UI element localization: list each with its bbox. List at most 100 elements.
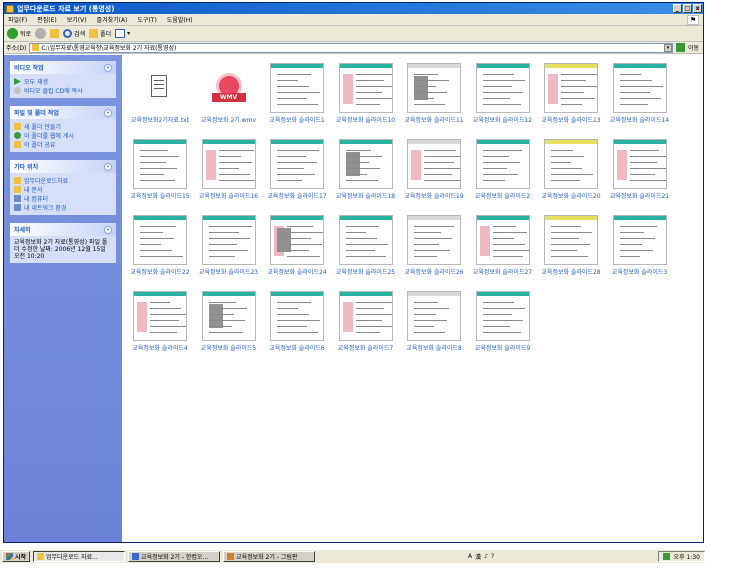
file-item[interactable]: 교육정보화 슬라이드12 bbox=[469, 63, 537, 124]
cd-icon bbox=[14, 87, 21, 94]
taskbar-item-hwp[interactable]: 교육정보화 2기 - 한컴오... bbox=[128, 551, 221, 562]
link-label: 업무다운로드자료 bbox=[24, 178, 69, 185]
file-item[interactable]: 교육정보화 슬라이드14 bbox=[606, 63, 674, 124]
folder-icon bbox=[37, 553, 45, 560]
slide-thumbnail bbox=[612, 63, 667, 113]
file-item[interactable]: 교육정보화 슬라이드8 bbox=[400, 291, 468, 352]
file-item[interactable]: 교육정보화 슬라이드26 bbox=[400, 215, 468, 276]
place-download-folder[interactable]: 업무다운로드자료 bbox=[14, 176, 112, 185]
new-folder-link[interactable]: 새 폴더 만들기 bbox=[14, 122, 112, 131]
file-item[interactable]: 교육정보화 슬라이드27 bbox=[469, 215, 537, 276]
file-item[interactable]: 교육정보화 슬라이드1 bbox=[263, 63, 331, 124]
back-button[interactable]: 뒤로 bbox=[7, 28, 31, 39]
ime-hanja[interactable]: 漢 bbox=[475, 552, 481, 561]
start-button[interactable]: 시작 bbox=[2, 551, 31, 562]
title-bar[interactable]: 업무다운로드 자료 보기 (통영성) _ □ x bbox=[4, 3, 703, 14]
clock[interactable]: 오후 1:30 bbox=[674, 552, 700, 561]
link-label: 모두 재생 bbox=[24, 79, 48, 86]
file-item[interactable]: 교육정보화 슬라이드10 bbox=[332, 63, 400, 124]
file-item[interactable]: 교육정보화 슬라이드17 bbox=[263, 139, 331, 200]
file-item[interactable]: 교육정보화 슬라이드23 bbox=[195, 215, 263, 276]
slide-thumbnail bbox=[270, 215, 324, 265]
file-view: 교육정보화2기자료.txt WMV 교육정보화 2기.wmv 교육정보화 슬라이드1 교… bbox=[122, 55, 703, 542]
menu-tools[interactable]: 도구(T) bbox=[137, 15, 156, 24]
share-icon bbox=[14, 141, 21, 148]
menu-edit[interactable]: 편집(E) bbox=[37, 15, 57, 24]
address-dropdown[interactable]: ▾ bbox=[663, 43, 672, 52]
network-icon bbox=[14, 204, 21, 211]
minimize-button[interactable]: _ bbox=[673, 4, 682, 13]
file-name: 교육정보화 슬라이드16 bbox=[198, 193, 259, 200]
file-item[interactable]: 교육정보화 슬라이드2 bbox=[469, 139, 537, 200]
slide-thumbnail bbox=[270, 63, 324, 113]
file-item[interactable]: 교육정보화 슬라이드3 bbox=[606, 215, 674, 276]
task-pane: 비디오 작업 « 모두 재생 비디오 클립 CD에 복사 파일 및 폴더 작업 … bbox=[4, 55, 122, 542]
place-my-computer[interactable]: 내 컴퓨터 bbox=[14, 194, 112, 203]
collapse-icon[interactable]: « bbox=[104, 63, 112, 72]
folders-label: 폴더 bbox=[100, 31, 112, 38]
file-item[interactable]: 교육정보화 슬라이드7 bbox=[332, 291, 400, 352]
file-item[interactable]: 교육정보화 슬라이드16 bbox=[195, 139, 263, 200]
menu-file[interactable]: 파일(F) bbox=[8, 15, 27, 24]
taskbar-item-explorer[interactable]: 업무다운로드 자료... bbox=[33, 551, 126, 562]
file-item[interactable]: 교육정보화 슬라이드18 bbox=[332, 139, 400, 200]
place-network[interactable]: 내 네트워크 환경 bbox=[14, 203, 112, 212]
search-button[interactable]: 검색 bbox=[63, 29, 85, 38]
file-item[interactable]: 교육정보화 슬라이드22 bbox=[126, 215, 194, 276]
maximize-button[interactable]: □ bbox=[683, 4, 692, 13]
slide-thumbnail bbox=[407, 63, 461, 113]
taskbar: 시작 업무다운로드 자료... 교육정보화 2기 - 한컴오... 교육정보화 … bbox=[0, 549, 705, 563]
file-item[interactable]: 교육정보화 슬라이드19 bbox=[400, 139, 468, 200]
file-item[interactable]: 교육정보화 슬라이드13 bbox=[537, 63, 605, 124]
views-button[interactable]: ▾ bbox=[115, 29, 130, 38]
slide-thumbnail bbox=[475, 291, 530, 341]
file-tasks-header[interactable]: 파일 및 폴더 작업 « bbox=[10, 106, 116, 119]
folders-button[interactable]: 폴더 bbox=[89, 29, 111, 38]
file-name: 교육정보화 슬라이드26 bbox=[404, 269, 464, 276]
forward-button[interactable] bbox=[35, 28, 47, 39]
ime-mode[interactable]: A bbox=[468, 553, 472, 560]
file-item[interactable]: 교육정보화2기자료.txt bbox=[126, 63, 194, 124]
collapse-icon[interactable]: « bbox=[104, 225, 112, 234]
go-label[interactable]: 이동 bbox=[688, 43, 699, 52]
folders-icon bbox=[89, 29, 99, 38]
close-button[interactable]: x bbox=[693, 4, 702, 13]
video-tasks-header[interactable]: 비디오 작업 « bbox=[10, 61, 116, 74]
ime-help[interactable]: ? bbox=[491, 553, 494, 560]
other-places-header[interactable]: 기타 위치 « bbox=[10, 160, 116, 173]
play-all-link[interactable]: 모두 재생 bbox=[14, 77, 112, 86]
file-name: 교육정보화 슬라이드22 bbox=[130, 269, 190, 276]
file-item[interactable]: WMV 교육정보화 2기.wmv bbox=[195, 63, 263, 124]
go-arrow-icon[interactable] bbox=[675, 43, 685, 52]
slide-thumbnail bbox=[338, 139, 393, 189]
ime-sound[interactable]: ♪ bbox=[484, 553, 488, 560]
file-item[interactable]: 교육정보화 슬라이드11 bbox=[400, 63, 468, 124]
collapse-icon[interactable]: « bbox=[104, 162, 112, 171]
file-item[interactable]: 교육정보화 슬라이드5 bbox=[195, 291, 263, 352]
file-item[interactable]: 교육정보화 슬라이드28 bbox=[537, 215, 605, 276]
task-label: 업무다운로드 자료... bbox=[46, 554, 98, 561]
file-item[interactable]: 교육정보화 슬라이드25 bbox=[332, 215, 400, 276]
file-item[interactable]: 교육정보화 슬라이드9 bbox=[469, 291, 537, 352]
menu-favorites[interactable]: 즐겨찾기(A) bbox=[97, 15, 128, 24]
file-item[interactable]: 교육정보화 슬라이드15 bbox=[126, 139, 194, 200]
details-header[interactable]: 자세히 « bbox=[10, 223, 116, 236]
place-my-documents[interactable]: 내 문서 bbox=[14, 185, 112, 194]
up-folder-button[interactable] bbox=[50, 29, 60, 38]
network-tray-icon[interactable] bbox=[662, 553, 670, 560]
file-name: 교육정보화 슬라이드13 bbox=[541, 117, 601, 124]
copy-to-cd-link[interactable]: 비디오 클립 CD에 복사 bbox=[14, 86, 112, 95]
collapse-icon[interactable]: « bbox=[104, 108, 112, 117]
file-item[interactable]: 교육정보화 슬라이드21 bbox=[606, 139, 674, 200]
file-item[interactable]: 교육정보화 슬라이드24 bbox=[263, 215, 331, 276]
file-item[interactable]: 교육정보화 슬라이드6 bbox=[263, 291, 331, 352]
publish-web-link[interactable]: 이 폴더를 웹에 게시 bbox=[14, 131, 112, 140]
menu-help[interactable]: 도움말(H) bbox=[167, 15, 193, 24]
share-folder-link[interactable]: 이 폴더 공유 bbox=[14, 140, 112, 149]
taskbar-item-paint[interactable]: 교육정보화 2기 - 그림판 bbox=[223, 551, 316, 562]
file-item[interactable]: 교육정보화 슬라이드20 bbox=[537, 139, 605, 200]
folder-icon bbox=[6, 4, 14, 13]
address-input[interactable]: C:\업무자료\통영교육청\교육정보화 2기 자료(통영성) ▾ bbox=[29, 42, 673, 53]
menu-view[interactable]: 보기(V) bbox=[67, 15, 87, 24]
file-item[interactable]: 교육정보화 슬라이드4 bbox=[126, 291, 194, 352]
